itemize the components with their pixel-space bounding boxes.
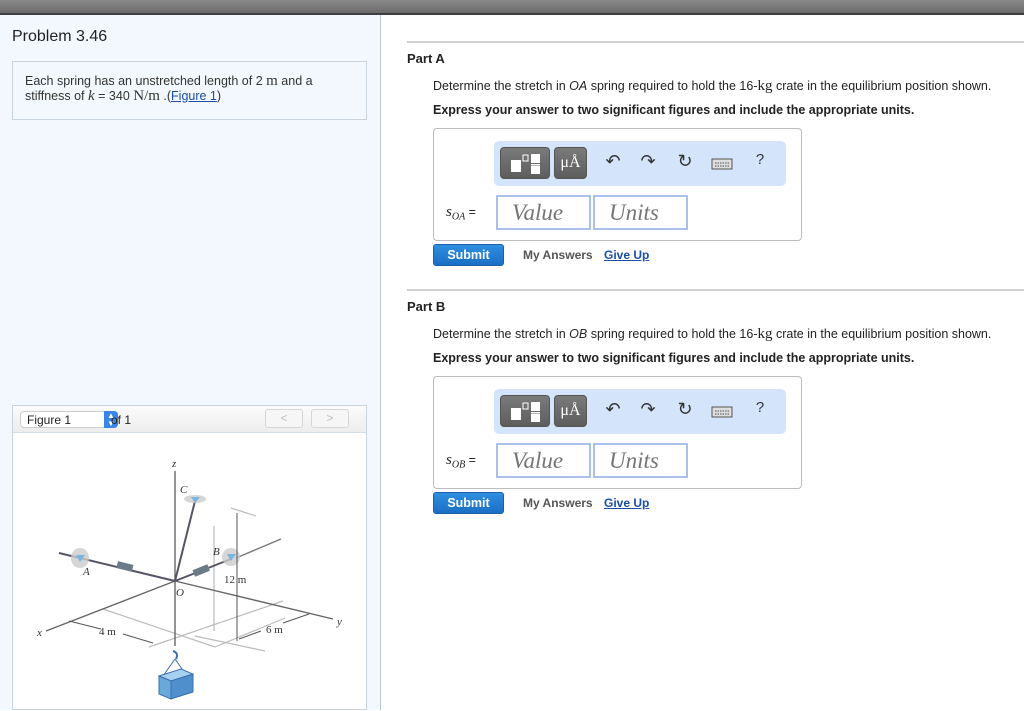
part-b-answer-box: μÅ ↶ ↷ ↻ ? sOB = — [433, 376, 802, 489]
prev-figure-button[interactable]: < — [265, 409, 303, 428]
part-b-give-up-link[interactable]: Give Up — [604, 496, 649, 510]
spring-OB-icon — [192, 564, 210, 577]
part-a-math-toolbar: μÅ ↶ ↷ ↻ ? — [494, 141, 786, 186]
reset-icon[interactable]: ↻ — [674, 151, 696, 172]
label-x: x — [36, 627, 42, 639]
browser-top-bar — [0, 0, 1024, 15]
y-ext-line — [235, 538, 282, 559]
spring-OA-icon — [116, 561, 134, 572]
crate-icon — [157, 658, 195, 700]
redo-icon[interactable]: ↷ — [637, 399, 659, 420]
label-4m: 4 m — [99, 626, 116, 638]
label-y: y — [336, 616, 342, 628]
part-a-answer-box: μÅ ↶ ↷ ↻ ? sOA = — [433, 128, 802, 241]
keyboard-icon[interactable] — [711, 403, 733, 424]
problem-statement: Each spring has an unstretched length of… — [12, 61, 367, 120]
figure-select[interactable]: Figure 1 ▲ ▼ — [20, 411, 118, 428]
x-axis — [45, 580, 176, 632]
label-B: B — [213, 546, 220, 558]
part-b-math-toolbar: μÅ ↶ ↷ ↻ ? — [494, 389, 786, 434]
part-b-title: Part B — [407, 299, 446, 314]
figure-toolbar: Figure 1 ▲ ▼ of 1 < > — [13, 406, 366, 433]
units-button[interactable]: μÅ — [554, 395, 587, 427]
reset-icon[interactable]: ↻ — [674, 399, 696, 420]
part-b-units-input[interactable] — [593, 443, 688, 478]
figure-diagram: z C B A O x y 12 m 4 m 6 m — [36, 458, 342, 700]
part-b-variable-label: sOB = — [446, 452, 476, 471]
label-C: C — [180, 484, 188, 496]
part-b-my-answers-link[interactable]: My Answers — [523, 496, 593, 510]
part-a-my-answers-link[interactable]: My Answers — [523, 248, 593, 262]
label-O: O — [176, 587, 184, 599]
dim-6m-right — [282, 613, 310, 624]
keyboard-icon[interactable] — [711, 155, 733, 176]
next-figure-button[interactable]: > — [311, 409, 349, 428]
part-b-submit-button[interactable]: Submit — [433, 492, 504, 514]
y-axis — [174, 580, 334, 620]
label-A: A — [82, 566, 90, 578]
part-a-units-input[interactable] — [593, 195, 688, 230]
redo-icon[interactable]: ↷ — [637, 151, 659, 172]
part-a-give-up-link[interactable]: Give Up — [604, 248, 649, 262]
part-a-variable-label: sOA = — [446, 204, 476, 223]
templates-icon[interactable] — [500, 395, 550, 427]
ref-line — [102, 608, 216, 648]
dim-4m-right — [122, 633, 154, 644]
help-icon[interactable]: ? — [749, 151, 771, 168]
part-b-instruction: Express your answer to two significant f… — [433, 351, 915, 365]
help-icon[interactable]: ? — [749, 399, 771, 416]
undo-icon[interactable]: ↶ — [602, 399, 624, 420]
part-a-divider — [407, 41, 1024, 43]
part-a-instruction: Express your answer to two significant f… — [433, 103, 915, 117]
ref-line — [230, 507, 257, 517]
part-a-submit-button[interactable]: Submit — [433, 244, 504, 266]
hook-icon — [172, 650, 178, 660]
label-6m: 6 m — [266, 624, 283, 636]
units-button[interactable]: μÅ — [554, 147, 587, 179]
templates-icon[interactable] — [500, 147, 550, 179]
part-b-value-input[interactable] — [496, 443, 591, 478]
part-a-title: Part A — [407, 51, 445, 66]
part-a-question: Determine the stretch in OA spring requi… — [433, 78, 992, 94]
dim-4m-left — [68, 620, 102, 630]
part-a-value-input[interactable] — [496, 195, 591, 230]
label-12m: 12 m — [224, 574, 247, 586]
undo-icon[interactable]: ↶ — [602, 151, 624, 172]
part-b-divider — [407, 289, 1024, 291]
problem-title: Problem 3.46 — [12, 28, 108, 45]
figure-link[interactable]: Figure 1 — [171, 89, 217, 103]
figure-count: of 1 — [111, 413, 132, 427]
label-z: z — [171, 458, 177, 470]
cable-OC — [174, 500, 196, 582]
figure-viewer: Figure 1 ▲ ▼ of 1 < > z C B A O x y 12 m… — [12, 405, 367, 710]
part-b-question: Determine the stretch in OB spring requi… — [433, 326, 992, 342]
